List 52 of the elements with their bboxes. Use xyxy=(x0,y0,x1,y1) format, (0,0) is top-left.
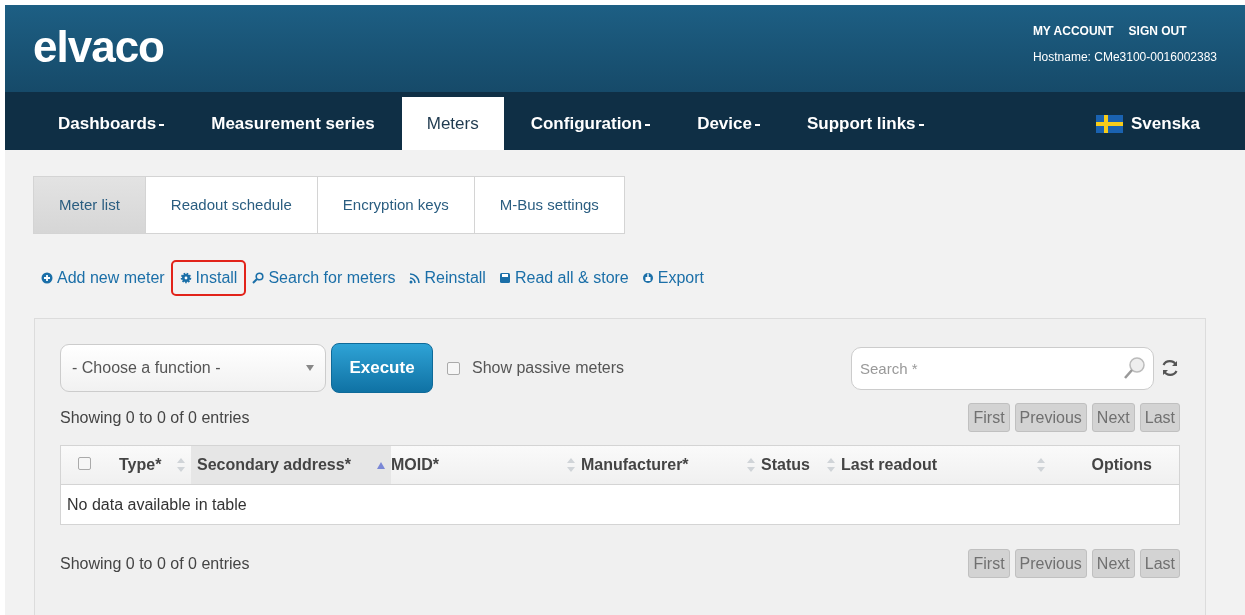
rss-icon xyxy=(408,272,421,284)
search-icon xyxy=(1122,355,1146,380)
refresh-icon[interactable] xyxy=(1160,358,1180,378)
nav-tab[interactable]: Dashboards xyxy=(38,97,185,150)
search-icon xyxy=(252,272,265,284)
sort-icon[interactable] xyxy=(567,458,575,472)
nav-tab[interactable]: Measurement series xyxy=(191,97,395,150)
language-link[interactable]: Svenska xyxy=(1096,97,1200,150)
column-header[interactable]: Type* xyxy=(119,446,191,484)
sort-ascending-icon[interactable] xyxy=(377,461,385,469)
select-all-checkbox[interactable] xyxy=(78,457,91,470)
column-header[interactable]: Last readout xyxy=(841,446,1051,484)
execute-button[interactable]: Execute xyxy=(331,343,433,393)
nav-tab[interactable]: Configuration xyxy=(510,97,671,150)
plus-circle-icon xyxy=(41,272,53,284)
sub-tab[interactable]: Meter list xyxy=(33,176,146,234)
gear-icon xyxy=(179,272,192,284)
sub-tab[interactable]: M-Bus settings xyxy=(473,176,625,234)
action-link[interactable]: Search for meters xyxy=(250,264,398,292)
action-link[interactable]: Add new meter xyxy=(39,264,167,292)
empty-table-message: No data available in table xyxy=(67,494,247,515)
action-link[interactable]: Install xyxy=(170,260,247,296)
checkbox[interactable] xyxy=(447,361,460,375)
search-field[interactable]: Search * xyxy=(851,346,1154,390)
header-link[interactable]: SIGN OUT xyxy=(1128,22,1187,40)
sort-icon[interactable] xyxy=(747,458,755,472)
checkbox-label: Show passive meters xyxy=(472,358,625,378)
logo[interactable]: elvaco xyxy=(33,25,164,92)
entries-info: Showing 0 to 0 of 0 entries xyxy=(60,553,250,574)
column-header[interactable]: Status xyxy=(761,446,841,484)
column-header[interactable]: MOID* xyxy=(391,446,581,484)
action-link[interactable]: Reinstall xyxy=(406,264,488,292)
header-link[interactable]: MY ACCOUNT xyxy=(1032,22,1114,40)
dropdown-arrow-icon xyxy=(306,365,314,371)
column-header[interactable]: Secondary address* xyxy=(191,446,391,484)
action-link[interactable]: Export xyxy=(639,264,706,292)
nav-tab[interactable]: Meters xyxy=(401,97,504,150)
column-header[interactable]: Options xyxy=(1051,446,1179,484)
export-icon xyxy=(641,272,654,284)
sort-icon[interactable] xyxy=(1037,458,1045,472)
sub-tab[interactable]: Encryption keys xyxy=(316,176,475,234)
nav-tab[interactable]: Support links xyxy=(786,97,944,150)
nav-tab[interactable]: Device xyxy=(677,97,780,150)
sub-tab[interactable]: Readout schedule xyxy=(144,176,318,234)
function-select[interactable]: - Choose a function - xyxy=(60,344,326,392)
entries-info: Showing 0 to 0 of 0 entries xyxy=(60,407,250,428)
sort-icon[interactable] xyxy=(177,458,185,472)
action-link[interactable]: Read all & store xyxy=(496,264,631,292)
sort-icon[interactable] xyxy=(827,458,835,472)
column-header[interactable]: Manufacturer* xyxy=(581,446,761,484)
hostname-text: Hostname: CMe3100-0016002383 xyxy=(1032,49,1217,66)
flag-icon xyxy=(1096,114,1123,133)
